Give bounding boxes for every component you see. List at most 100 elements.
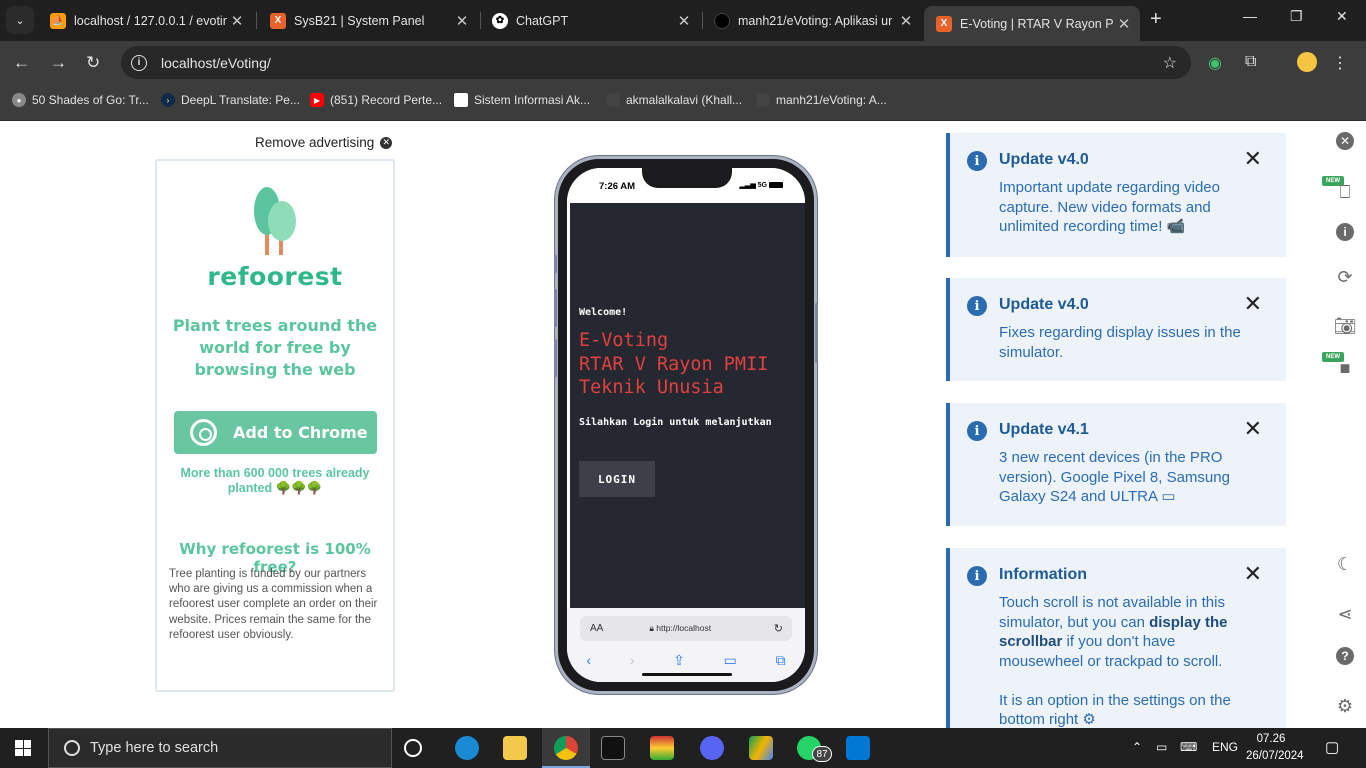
site-info-icon[interactable]: i xyxy=(131,54,147,71)
phone-side-button xyxy=(554,255,557,273)
language-indicator[interactable]: ENG xyxy=(1212,740,1238,754)
terminal-icon[interactable] xyxy=(601,736,625,760)
close-icon[interactable]: ✕ xyxy=(1244,416,1262,442)
devices-icon: ▭ xyxy=(1161,488,1176,505)
tab-github[interactable]: manh21/eVoting: Aplikasi ur ✕ xyxy=(702,6,922,35)
phone-screen: 7:26 AM ▂▃▅ 5G Welcome! E-Voting RTAR V … xyxy=(567,168,805,682)
keyboard-icon[interactable]: ⌨ xyxy=(1180,740,1197,754)
taskbar-search[interactable]: Type here to search xyxy=(48,728,392,768)
close-icon[interactable]: ✕ xyxy=(452,12,472,30)
trees-count: More than 600 000 trees already planted … xyxy=(180,466,370,495)
reload-icon[interactable]: ↻ xyxy=(86,53,100,73)
github-icon xyxy=(606,93,620,107)
notification-card: i Update v4.0 ✕ Important update regardi… xyxy=(946,133,1286,257)
chevron-up-icon[interactable]: ⌃ xyxy=(1132,740,1142,754)
remove-advertising-link[interactable]: Remove advertising ✕ xyxy=(255,135,393,150)
info-icon[interactable]: i xyxy=(1336,223,1354,241)
bookmarks-icon[interactable]: ▭ xyxy=(724,652,737,669)
menu-icon[interactable]: ⋮ xyxy=(1332,53,1348,73)
info-icon: i xyxy=(967,296,987,316)
tabs-icon[interactable]: ⧉ xyxy=(776,652,786,669)
help-icon[interactable]: ? xyxy=(1336,647,1354,665)
add-to-chrome-button[interactable]: Add to Chrome xyxy=(174,411,377,454)
tab-chatgpt[interactable]: ✿ ChatGPT ✕ xyxy=(480,6,700,35)
info-icon: i xyxy=(967,151,987,171)
chrome-icon xyxy=(190,419,217,446)
dark-mode-icon[interactable]: ☾ xyxy=(1334,553,1356,575)
app-title: E-Voting RTAR V Rayon PMII Teknik Unusia xyxy=(579,330,769,398)
info-icon: i xyxy=(967,566,987,586)
github-icon xyxy=(714,12,730,29)
close-window-icon[interactable]: ✕ xyxy=(1336,8,1348,25)
profile-avatar[interactable] xyxy=(1297,52,1317,72)
welcome-text: Welcome! xyxy=(579,307,628,318)
close-icon[interactable]: ✕ xyxy=(1114,15,1134,33)
address-bar[interactable]: i localhost/eVoting/ ☆ xyxy=(121,46,1191,79)
close-icon[interactable]: ✕ xyxy=(674,12,694,30)
close-icon[interactable]: ✕ xyxy=(896,12,916,30)
chrome-taskbar-button[interactable] xyxy=(542,728,590,768)
close-icon[interactable]: ✕ xyxy=(1244,146,1262,172)
chrome-icon xyxy=(554,736,578,760)
network-icon[interactable]: ▭ xyxy=(1156,740,1167,754)
bookmark-item[interactable]: › DeepL Translate: Pe... xyxy=(161,93,300,107)
lock-icon: 🔒︎ xyxy=(649,623,654,633)
share-icon[interactable]: ⋖ xyxy=(1334,603,1356,625)
bookmark-item[interactable]: ▶ (851) Record Perte... xyxy=(310,93,442,107)
discord-icon[interactable] xyxy=(700,736,724,760)
video-camera-icon[interactable]: ■ xyxy=(1334,357,1356,379)
safari-address-bar[interactable]: AA 🔒︎ http://localhost ↻ xyxy=(580,616,792,641)
tab-phpmyadmin[interactable]: ⛵ localhost / 127.0.0.1 / evoting ✕ xyxy=(38,6,253,35)
bookmark-item[interactable]: ● 50 Shades of Go: Tr... xyxy=(12,93,149,107)
text-size-button[interactable]: AA xyxy=(590,623,603,634)
extension-eye-icon[interactable]: ◉ xyxy=(1208,53,1222,73)
rotate-icon[interactable]: ⟳ xyxy=(1334,266,1356,288)
close-icon[interactable]: ✕ xyxy=(227,12,247,30)
bookmark-star-icon[interactable]: ☆ xyxy=(1163,53,1177,73)
minimize-icon[interactable]: — xyxy=(1243,8,1257,24)
xampp-icon: X xyxy=(270,12,286,29)
brand-name: refoorest xyxy=(207,262,343,291)
task-view-icon[interactable] xyxy=(404,739,422,757)
login-button[interactable]: LOGIN xyxy=(579,461,655,497)
close-icon[interactable]: ✕ xyxy=(1336,132,1354,150)
edge-icon[interactable] xyxy=(455,736,479,760)
new-tab-button[interactable]: + xyxy=(1150,8,1162,31)
close-icon[interactable]: ✕ xyxy=(1244,291,1262,317)
forward-icon[interactable]: › xyxy=(630,652,635,669)
vscode-icon[interactable] xyxy=(846,736,870,760)
camera-icon[interactable]: 📷︎ xyxy=(1334,315,1357,337)
devices-icon[interactable]: ⎕ xyxy=(1334,181,1356,203)
notification-center-icon[interactable]: ▢ xyxy=(1325,738,1339,756)
phone-notch xyxy=(642,168,732,188)
bookmark-item[interactable]: akmalalkalavi (Khall... xyxy=(606,93,742,107)
google-drive-icon[interactable] xyxy=(749,736,773,760)
windows-start-icon[interactable] xyxy=(15,740,31,756)
safari-bar: AA 🔒︎ http://localhost ↻ ‹ › ⇪ ▭ ⧉ xyxy=(567,608,805,682)
settings-gear-icon[interactable]: ⚙ xyxy=(1334,695,1356,717)
reload-icon[interactable]: ↻ xyxy=(774,622,783,635)
chatgpt-icon: ✿ xyxy=(492,12,508,29)
notification-card: i Update v4.0 ✕ Fixes regarding display … xyxy=(946,278,1286,381)
bookmark-item[interactable]: manh21/eVoting: A... xyxy=(756,93,887,107)
restore-icon[interactable]: ❐ xyxy=(1290,8,1303,25)
simulator-sidebar: ✕ NEW ⎕ i ⟳ 📷︎ NEW ■ ☾ ⋖ ? ⚙ xyxy=(1322,121,1366,728)
clock[interactable]: 07.26 26/07/2024 xyxy=(1246,731,1304,765)
share-icon[interactable]: ⇪ xyxy=(673,652,685,669)
close-icon[interactable]: ✕ xyxy=(1244,561,1262,587)
bookmark-item[interactable]: Sistem Informasi Ak... xyxy=(454,93,590,107)
back-icon[interactable]: ‹ xyxy=(586,652,591,669)
tab-sysb21[interactable]: X SysB21 | System Panel ✕ xyxy=(258,6,478,35)
file-explorer-icon[interactable] xyxy=(503,736,527,760)
safari-url: 🔒︎ http://localhost xyxy=(649,623,712,633)
app-icon[interactable] xyxy=(650,736,674,760)
why-free-text: Tree planting is funded by our partners … xyxy=(169,568,378,641)
forward-icon[interactable]: → xyxy=(50,53,67,73)
home-indicator xyxy=(642,673,732,676)
tab-evoting[interactable]: X E-Voting | RTAR V Rayon PM ✕ xyxy=(924,6,1140,41)
back-icon[interactable]: ← xyxy=(13,53,30,73)
info-icon: i xyxy=(967,421,987,441)
tab-search-button[interactable]: ⌄ xyxy=(6,6,34,34)
extensions-icon[interactable]: ⧉ xyxy=(1245,53,1256,71)
battery-icon xyxy=(769,182,783,189)
